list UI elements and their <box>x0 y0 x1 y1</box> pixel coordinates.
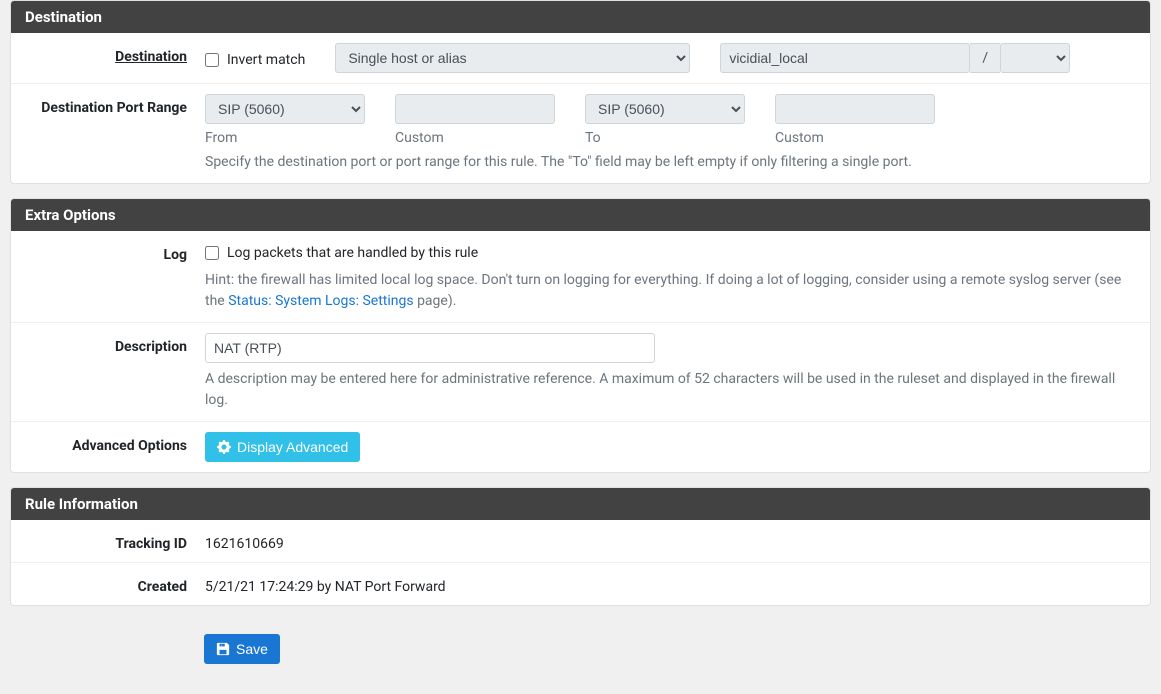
description-help: A description may be entered here for ad… <box>205 369 1136 411</box>
log-checkbox-label: Log packets that are handled by this rul… <box>227 245 478 261</box>
description-input[interactable] <box>205 333 655 363</box>
panel-rule-information: Rule Information Tracking ID 1621610669 … <box>10 487 1151 606</box>
gear-icon <box>217 440 231 454</box>
panel-destination: Destination Destination Invert match Sin… <box>10 0 1151 184</box>
port-to-sublabel: To <box>585 130 745 146</box>
log-checkbox-wrapper[interactable]: Log packets that are handled by this rul… <box>205 241 478 261</box>
destination-address-input[interactable] <box>720 43 970 73</box>
panel-header-rule-info: Rule Information <box>11 488 1150 520</box>
row-destination-port-range: Destination Port Range SIP (5060) From C… <box>11 84 1150 183</box>
display-advanced-button[interactable]: Display Advanced <box>205 432 360 462</box>
label-destination: Destination <box>25 43 205 65</box>
row-created: Created 5/21/21 17:24:29 by NAT Port For… <box>11 563 1150 605</box>
label-log: Log <box>25 241 205 263</box>
port-from-custom-sublabel: Custom <box>395 130 555 146</box>
label-tracking-id: Tracking ID <box>25 530 205 552</box>
panel-header-extra: Extra Options <box>11 199 1150 231</box>
port-from-select[interactable]: SIP (5060) <box>205 94 365 124</box>
invert-match-wrapper[interactable]: Invert match <box>205 48 305 68</box>
label-destination-port-range: Destination Port Range <box>25 94 205 116</box>
invert-match-label: Invert match <box>227 52 305 68</box>
panel-header-destination: Destination <box>11 1 1150 33</box>
save-button[interactable]: Save <box>204 634 280 664</box>
panel-extra-options: Extra Options Log Log packets that are h… <box>10 198 1151 473</box>
port-from-custom-input[interactable] <box>395 94 555 124</box>
label-description: Description <box>25 333 205 355</box>
destination-address-group: / <box>720 43 1070 73</box>
save-icon <box>216 642 230 656</box>
port-to-custom-input[interactable] <box>775 94 935 124</box>
port-to-select[interactable]: SIP (5060) <box>585 94 745 124</box>
syslog-settings-link[interactable]: Status: System Logs: Settings <box>228 293 413 309</box>
log-checkbox[interactable] <box>205 246 219 260</box>
save-row: Save <box>10 620 1151 694</box>
row-destination: Destination Invert match Single host or … <box>11 33 1150 84</box>
destination-type-select[interactable]: Single host or alias <box>335 43 690 73</box>
log-hint: Hint: the firewall has limited local log… <box>205 270 1136 312</box>
row-log: Log Log packets that are handled by this… <box>11 231 1150 323</box>
tracking-id-value: 1621610669 <box>205 530 1136 552</box>
label-advanced-options: Advanced Options <box>25 432 205 454</box>
row-tracking-id: Tracking ID 1621610669 <box>11 520 1150 563</box>
label-created: Created <box>25 573 205 595</box>
row-description: Description A description may be entered… <box>11 323 1150 422</box>
port-to-custom-sublabel: Custom <box>775 130 935 146</box>
destination-mask-select[interactable] <box>1000 43 1070 73</box>
row-advanced-options: Advanced Options Display Advanced <box>11 422 1150 472</box>
created-value: 5/21/21 17:24:29 by NAT Port Forward <box>205 573 1136 595</box>
port-from-sublabel: From <box>205 130 365 146</box>
invert-match-checkbox[interactable] <box>205 53 219 67</box>
port-range-help: Specify the destination port or port ran… <box>205 152 1136 173</box>
mask-separator: / <box>970 43 1000 73</box>
